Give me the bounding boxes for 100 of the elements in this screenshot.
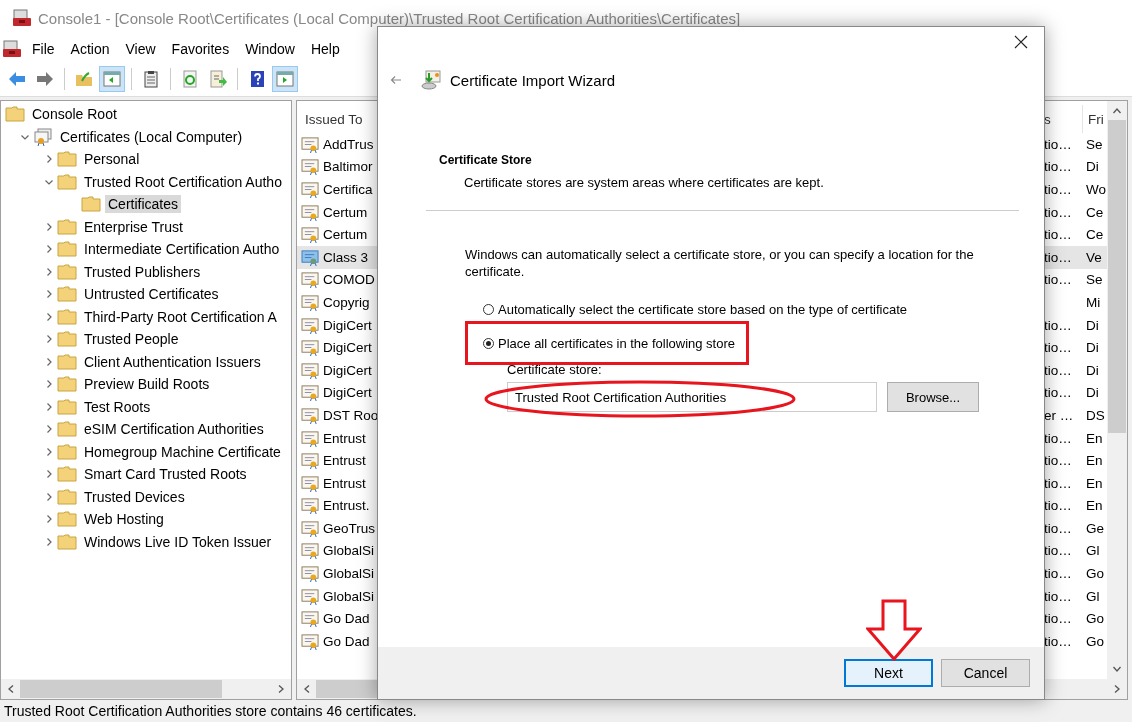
certificate-item[interactable]: GeoTrus (297, 517, 381, 540)
scroll-down-icon[interactable] (1112, 664, 1122, 674)
certificate-item[interactable]: COMOD (297, 268, 381, 292)
tree-item[interactable]: Intermediate Certification Autho (81, 240, 283, 259)
scroll-left-icon[interactable] (302, 684, 312, 694)
section-description: Certificate stores are system areas where certificates are kept. (463, 174, 825, 190)
tree-item[interactable]: Smart Card Trusted Roots (81, 465, 250, 484)
expand-chevron-icon[interactable] (44, 356, 54, 367)
radio-label[interactable]: Automatically select the certificate store based on the type of certificate (498, 301, 907, 317)
certificate-item[interactable]: Baltimor (297, 155, 381, 179)
tree-item[interactable]: Client Authentication Issuers (81, 352, 264, 371)
tree-item[interactable]: Windows Live ID Token Issuer (81, 532, 275, 551)
radio-button[interactable] (483, 303, 494, 315)
menu-item[interactable]: Window (237, 41, 303, 57)
cancel-button[interactable]: Cancel (941, 659, 1030, 687)
tree-item[interactable]: Untrusted Certificates (81, 285, 222, 304)
browse-button[interactable]: Browse... (887, 382, 979, 412)
tree-item[interactable]: Third-Party Root Certification A (81, 307, 280, 326)
expand-chevron-icon[interactable] (44, 379, 54, 390)
table-cell: Mi (1086, 294, 1101, 310)
radio-button[interactable] (483, 337, 494, 349)
scroll-right-icon[interactable] (276, 684, 286, 694)
menu-item[interactable]: Help (302, 41, 348, 57)
tree-item[interactable]: Certificates (Local Computer) (57, 127, 246, 146)
expand-chevron-icon[interactable] (44, 289, 54, 300)
certificate-icon (301, 542, 320, 560)
certificate-item[interactable]: Entrust. (297, 494, 381, 518)
expand-chevron-icon[interactable] (44, 536, 54, 547)
tree-item[interactable]: Enterprise Trust (81, 217, 186, 236)
certificate-icon (301, 316, 320, 334)
expand-chevron-icon[interactable] (44, 266, 54, 277)
tree-item[interactable]: Trusted Root Certification Autho (81, 172, 285, 191)
tree-item[interactable]: Trusted Devices (81, 487, 188, 506)
pane-toggle-button[interactable] (272, 66, 298, 92)
certificate-item[interactable]: Entrust (297, 449, 381, 472)
certificate-item[interactable]: Go Dad (297, 607, 381, 631)
certificate-store-icon (33, 126, 53, 147)
next-button[interactable]: Next (844, 659, 933, 687)
expand-chevron-icon[interactable] (44, 491, 54, 502)
store-field[interactable]: Trusted Root Certification Authorities (507, 382, 877, 412)
expand-chevron-icon[interactable] (44, 446, 54, 457)
certificate-item[interactable]: DigiCert (297, 381, 381, 405)
certificate-item[interactable]: Certum (297, 200, 381, 224)
folder-icon (57, 329, 77, 350)
table-cell: Di (1086, 317, 1099, 333)
certificate-item[interactable]: Go Dad (297, 630, 381, 653)
tree-item[interactable]: Trusted Publishers (81, 262, 204, 281)
expand-chevron-icon[interactable] (44, 514, 54, 525)
certificate-icon (301, 248, 320, 266)
scrollbar-thumb[interactable] (20, 680, 222, 698)
menu-item[interactable]: View (117, 41, 164, 57)
expand-chevron-icon[interactable] (44, 311, 54, 322)
expand-chevron-icon[interactable] (44, 469, 54, 480)
menu-item[interactable]: Favorites (163, 41, 238, 57)
status-text: Trusted Root Certification Authorities store contains 46 certificates. (4, 703, 417, 719)
menu-item[interactable]: File (22, 41, 63, 57)
certificate-item[interactable]: GlobalSi (297, 562, 381, 585)
certificate-item[interactable]: AddTrus (297, 133, 381, 156)
tree-item[interactable]: Preview Build Roots (81, 375, 213, 394)
expand-chevron-icon[interactable] (44, 334, 54, 345)
tree-item[interactable]: Web Hosting (81, 510, 167, 529)
radio-label[interactable]: Place all certificates in the following store (498, 335, 735, 351)
tree-item[interactable]: Test Roots (81, 397, 154, 416)
certificate-item[interactable]: DST Roo (297, 404, 381, 427)
certificate-item[interactable]: Entrust (297, 426, 381, 450)
tree-item[interactable]: Certificates (105, 195, 182, 214)
certificate-item[interactable]: Entrust (297, 471, 381, 495)
column-header[interactable]: Issued To (297, 105, 381, 133)
certificate-item[interactable]: Certifica (297, 178, 381, 201)
certificate-item[interactable]: DigiCert (297, 313, 381, 337)
certificate-item[interactable]: GlobalSi (297, 539, 381, 563)
expand-chevron-icon[interactable] (44, 154, 54, 165)
tree-item[interactable]: Homegroup Machine Certificate (81, 442, 284, 461)
menu-item[interactable]: Action (62, 41, 118, 57)
scroll-up-icon[interactable] (1112, 106, 1122, 116)
scroll-left-icon[interactable] (6, 684, 16, 694)
scrollbar-thumb[interactable] (1108, 120, 1126, 434)
tree-item[interactable]: Personal (81, 150, 143, 169)
certificate-icon (301, 158, 320, 176)
table-cell: tio… (1044, 204, 1072, 220)
back-arrow-icon[interactable] (390, 75, 402, 85)
certificate-item[interactable]: Copyrig (297, 291, 381, 314)
table-cell: Go (1086, 633, 1104, 649)
tree-item[interactable]: eSIM Certification Authorities (81, 420, 267, 439)
table-cell: tio… (1044, 611, 1072, 627)
certificate-item[interactable]: GlobalSi (297, 584, 381, 608)
scroll-right-icon[interactable] (1112, 684, 1122, 694)
console-icon[interactable] (2, 39, 22, 59)
tree-item[interactable]: Trusted People (81, 330, 182, 349)
certificate-item[interactable]: Certum (297, 223, 381, 246)
certificate-item[interactable]: DigiCert (297, 336, 381, 359)
tree-item[interactable]: Console Root (29, 105, 120, 124)
expand-chevron-icon[interactable] (44, 401, 54, 412)
export-list-icon (208, 69, 228, 89)
tree-toggle-button[interactable] (99, 66, 125, 92)
expand-chevron-icon[interactable] (44, 221, 54, 232)
expand-chevron-icon[interactable] (44, 424, 54, 435)
column-header[interactable]: s (1044, 105, 1082, 133)
certificate-item[interactable]: DigiCert (297, 358, 381, 382)
expand-chevron-icon[interactable] (44, 244, 54, 255)
